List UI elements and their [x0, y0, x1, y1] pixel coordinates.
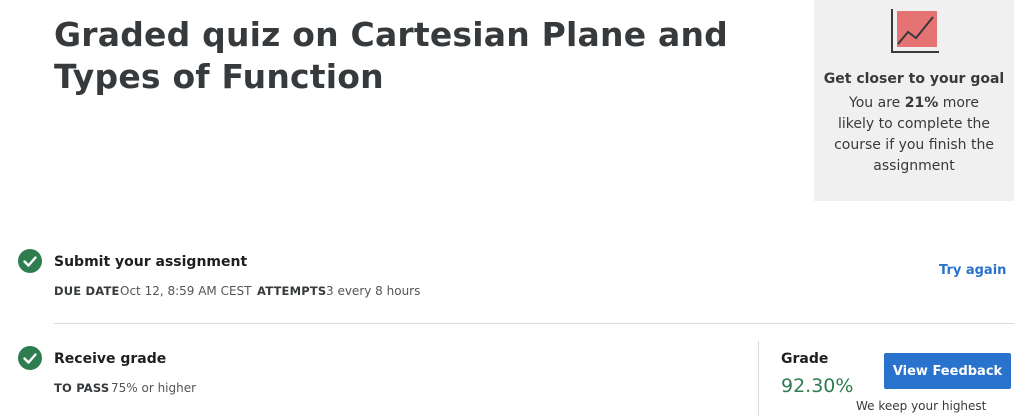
check-circle-icon: [18, 249, 42, 273]
attempts-label: ATTEMPTS: [257, 284, 327, 298]
trend-chart-icon: [891, 9, 939, 53]
view-feedback-button[interactable]: View Feedback: [884, 353, 1011, 389]
goal-percent: 21%: [904, 95, 939, 111]
goal-text: You are 21% more likely to complete the …: [832, 93, 996, 177]
goal-text-prefix: You are: [849, 95, 901, 111]
to-pass-label: TO PASS: [54, 381, 110, 395]
due-date-label: DUE DATE: [54, 284, 120, 298]
highest-score-note: We keep your highest score: [856, 399, 987, 416]
page-title: Graded quiz on Cartesian Plane and Types…: [54, 15, 728, 96]
grade-label: Grade: [781, 351, 829, 367]
due-date-value: Oct 12, 8:59 AM CEST: [120, 284, 252, 298]
grade-step-title: Receive grade: [54, 351, 167, 367]
submit-step-title: Submit your assignment: [54, 254, 248, 270]
check-circle-icon: [18, 346, 42, 370]
goal-heading: Get closer to your goal: [823, 71, 1005, 87]
grade-value: 92.30%: [781, 375, 854, 397]
section-divider: [54, 323, 1014, 324]
to-pass-value: 75% or higher: [111, 381, 197, 395]
goal-card: Get closer to your goal You are 21% more…: [814, 0, 1014, 201]
attempts-value: 3 every 8 hours: [326, 284, 421, 298]
grade-divider: [758, 341, 759, 416]
try-again-link[interactable]: Try again: [939, 263, 1006, 278]
